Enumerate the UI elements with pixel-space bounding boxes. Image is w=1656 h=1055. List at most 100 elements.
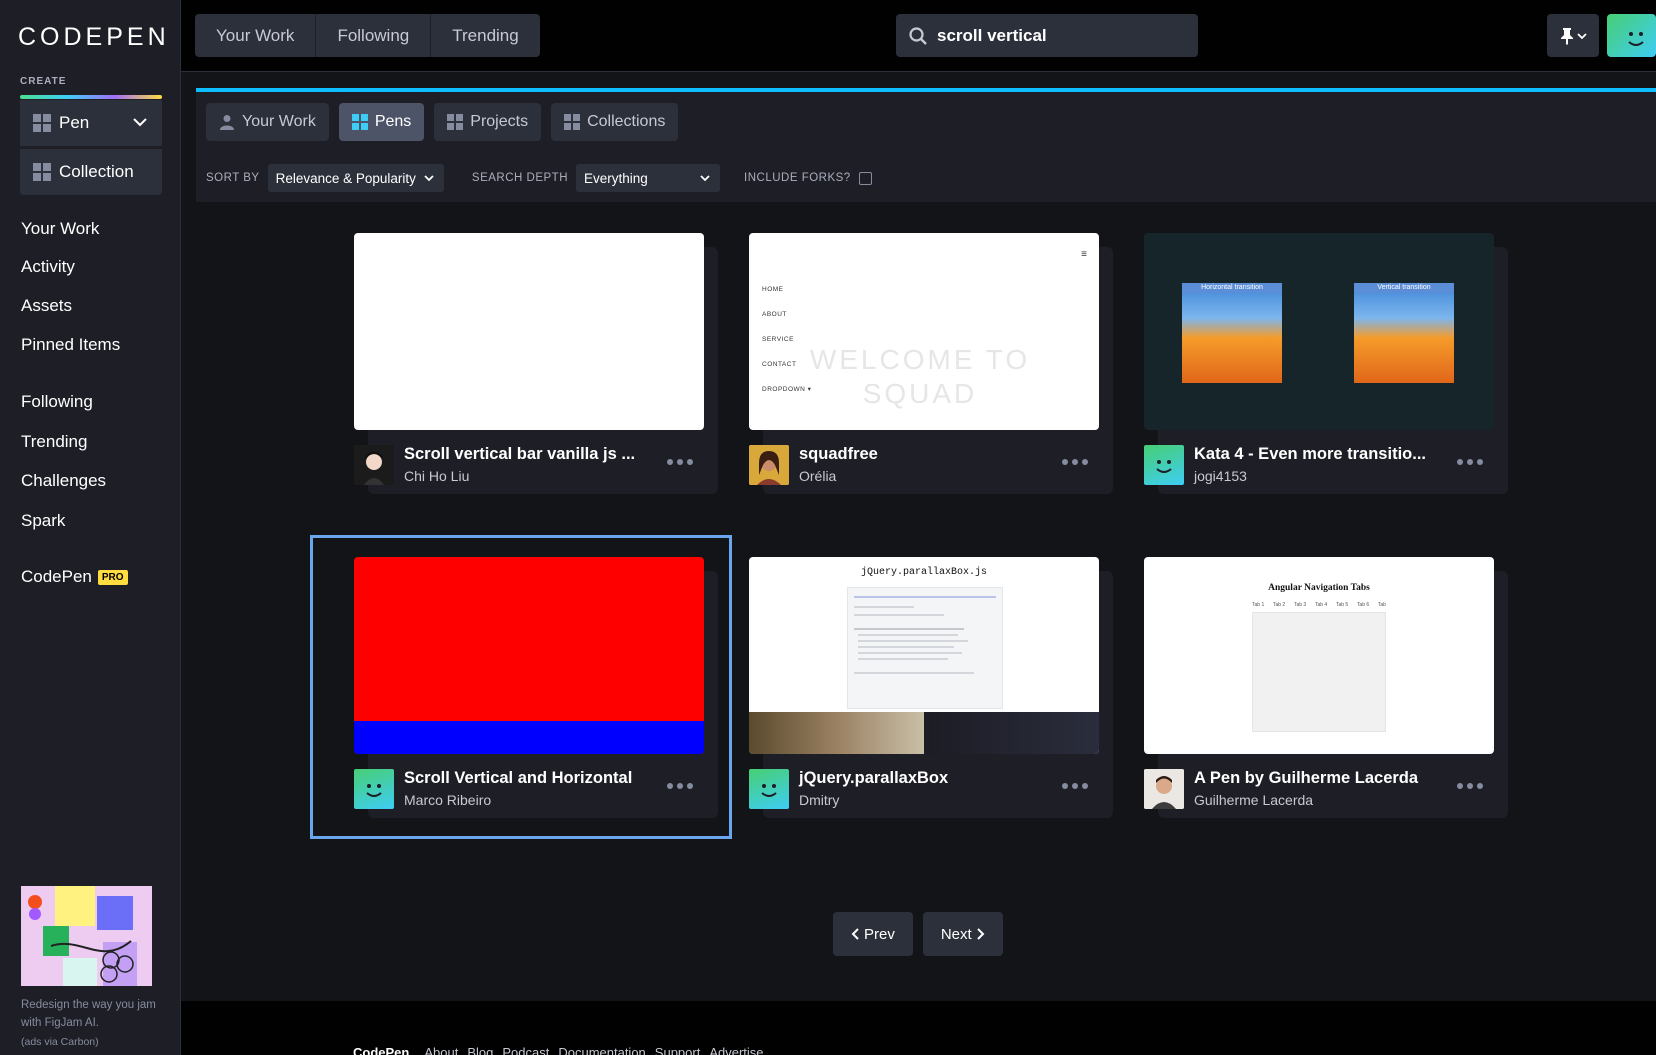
sidebar-item-pinned[interactable]: Pinned Items (21, 335, 120, 355)
preview-code-block (847, 587, 1003, 709)
preview-tab: Tab 5 (1335, 602, 1349, 608)
chevron-down-icon[interactable] (132, 114, 148, 130)
preview-tab: Tab (1377, 602, 1386, 608)
preview-image-horizontal: Horizontal transition (1182, 283, 1282, 383)
more-options-icon[interactable] (1062, 783, 1088, 789)
author-avatar[interactable] (1144, 769, 1184, 809)
pen-title[interactable]: A Pen by Guilherme Lacerda (1194, 769, 1418, 788)
pens-icon (351, 114, 368, 130)
search-icon (909, 26, 927, 45)
codepen-pro-label: CodePen (21, 567, 92, 586)
search-filters: SORT BY Relevance & Popularity SEARCH DE… (206, 164, 872, 192)
pen-preview[interactable] (354, 233, 704, 430)
sidebar-item-your-work[interactable]: Your Work (21, 219, 99, 239)
pen-title[interactable]: Scroll vertical bar vanilla js ... (404, 445, 635, 464)
create-collection-button[interactable]: Collection (20, 149, 162, 195)
preview-caption: Horizontal transition (1182, 283, 1282, 293)
footer-link-about[interactable]: About (424, 1045, 458, 1055)
preview-tab-panel (1252, 612, 1386, 732)
tab-your-work[interactable]: Your Work (206, 103, 329, 141)
tab-projects-label: Projects (470, 113, 529, 130)
sidebar-item-challenges[interactable]: Challenges (21, 471, 106, 491)
search-box[interactable] (896, 14, 1198, 57)
prev-page-button[interactable]: Prev (833, 912, 913, 956)
author-avatar[interactable] (749, 445, 789, 485)
sidebar-item-trending[interactable]: Trending (21, 432, 87, 452)
pinned-items-button[interactable] (1547, 14, 1599, 57)
sort-by-select[interactable]: Relevance & Popularity (267, 164, 444, 192)
top-header: Your Work Following Trending (181, 0, 1656, 72)
more-options-icon[interactable] (1062, 459, 1088, 465)
pen-preview[interactable]: ≡ HOME ABOUT SERVICE CONTACT DROPDOWN ▾ … (749, 233, 1099, 430)
chevron-left-icon (851, 928, 859, 940)
author-avatar-portrait (1144, 769, 1184, 809)
search-depth-select[interactable]: Everything (576, 164, 721, 192)
result-type-tabs: Your Work Pens Projects Collections (206, 103, 679, 141)
header-tab-trending[interactable]: Trending (431, 14, 539, 57)
sidebar-item-assets[interactable]: Assets (21, 296, 72, 316)
footer-brand[interactable]: CodePen (353, 1045, 409, 1055)
chevron-down-icon (1576, 32, 1587, 39)
create-pen-button[interactable]: Pen (20, 100, 162, 146)
sidebar-item-activity[interactable]: Activity (21, 257, 75, 277)
more-options-icon[interactable] (667, 459, 693, 465)
preview-photo-left (749, 712, 924, 754)
pen-author[interactable]: Dmitry (799, 792, 839, 808)
footer-link-blog[interactable]: Blog (467, 1045, 493, 1055)
footer-link-support[interactable]: Support (655, 1045, 701, 1055)
include-forks-checkbox[interactable] (858, 171, 872, 185)
pen-title[interactable]: Kata 4 - Even more transitio... (1194, 445, 1426, 464)
footer-link-documentation[interactable]: Documentation (558, 1045, 645, 1055)
author-avatar[interactable] (749, 769, 789, 809)
preview-photo-right (924, 712, 1099, 754)
more-options-icon[interactable] (1457, 783, 1483, 789)
ad-image[interactable] (21, 886, 152, 986)
search-depth-label: SEARCH DEPTH (471, 172, 569, 184)
sidebar-item-spark[interactable]: Spark (21, 511, 65, 531)
include-forks-label: INCLUDE FORKS? (744, 172, 851, 184)
pen-author[interactable]: Orélia (799, 468, 836, 484)
preview-title: Angular Navigation Tabs (1268, 583, 1370, 593)
pen-preview[interactable]: jQuery.parallaxBox.js (749, 557, 1099, 754)
pen-preview[interactable]: Horizontal transition Vertical transitio… (1144, 233, 1494, 430)
footer: CodePen About Blog Podcast Documentation… (181, 1001, 1656, 1055)
search-input[interactable] (937, 25, 1177, 46)
pen-title[interactable]: jQuery.parallaxBox (799, 769, 948, 788)
ad-text[interactable]: Redesign the way you jam with FigJam AI. (21, 996, 161, 1032)
sort-by-value: Relevance & Popularity (275, 170, 416, 186)
footer-link-advertise[interactable]: Advertise (709, 1045, 763, 1055)
next-page-button[interactable]: Next (922, 912, 1003, 956)
author-avatar-portrait (354, 445, 394, 485)
focused-card-outline (310, 535, 732, 839)
pen-title[interactable]: squadfree (799, 445, 878, 464)
collection-icon (33, 163, 51, 181)
preview-tab: Tab 4 (1314, 602, 1328, 608)
footer-link-podcast[interactable]: Podcast (502, 1045, 549, 1055)
author-avatar[interactable] (354, 445, 394, 485)
search-filters-bar: Your Work Pens Projects Collections SORT… (196, 92, 1656, 202)
tab-projects[interactable]: Projects (434, 103, 542, 141)
codepen-logo[interactable]: CODEPEN (18, 22, 170, 52)
next-page-label: Next (940, 925, 972, 943)
pen-preview[interactable]: Angular Navigation Tabs Tab 1 Tab 2 Tab … (1144, 557, 1494, 754)
app-root: CODEPEN CREATE Pen Collection Your Work … (0, 0, 1656, 1055)
projects-icon (447, 114, 464, 130)
pen-author[interactable]: jogi4153 (1194, 468, 1247, 484)
chevron-down-icon (424, 175, 434, 182)
preview-caption: Vertical transition (1354, 283, 1454, 293)
user-avatar[interactable] (1607, 14, 1656, 57)
default-avatar-face (749, 769, 789, 809)
tab-collections[interactable]: Collections (551, 103, 679, 141)
tab-pens[interactable]: Pens (338, 103, 425, 141)
chevron-down-icon (700, 175, 710, 182)
pen-author[interactable]: Guilherme Lacerda (1194, 792, 1313, 808)
footer-links: CodePen About Blog Podcast Documentation… (353, 1045, 764, 1055)
pen-author[interactable]: Chi Ho Liu (404, 468, 469, 484)
author-avatar[interactable] (1144, 445, 1184, 485)
ad-via[interactable]: (ads via Carbon) (21, 1036, 99, 1048)
header-tab-following[interactable]: Following (316, 14, 432, 57)
sidebar-item-codepen-pro[interactable]: CodePen PRO (21, 567, 128, 587)
more-options-icon[interactable] (1457, 459, 1483, 465)
sidebar-item-following[interactable]: Following (21, 392, 93, 412)
header-tab-your-work[interactable]: Your Work (195, 14, 317, 57)
